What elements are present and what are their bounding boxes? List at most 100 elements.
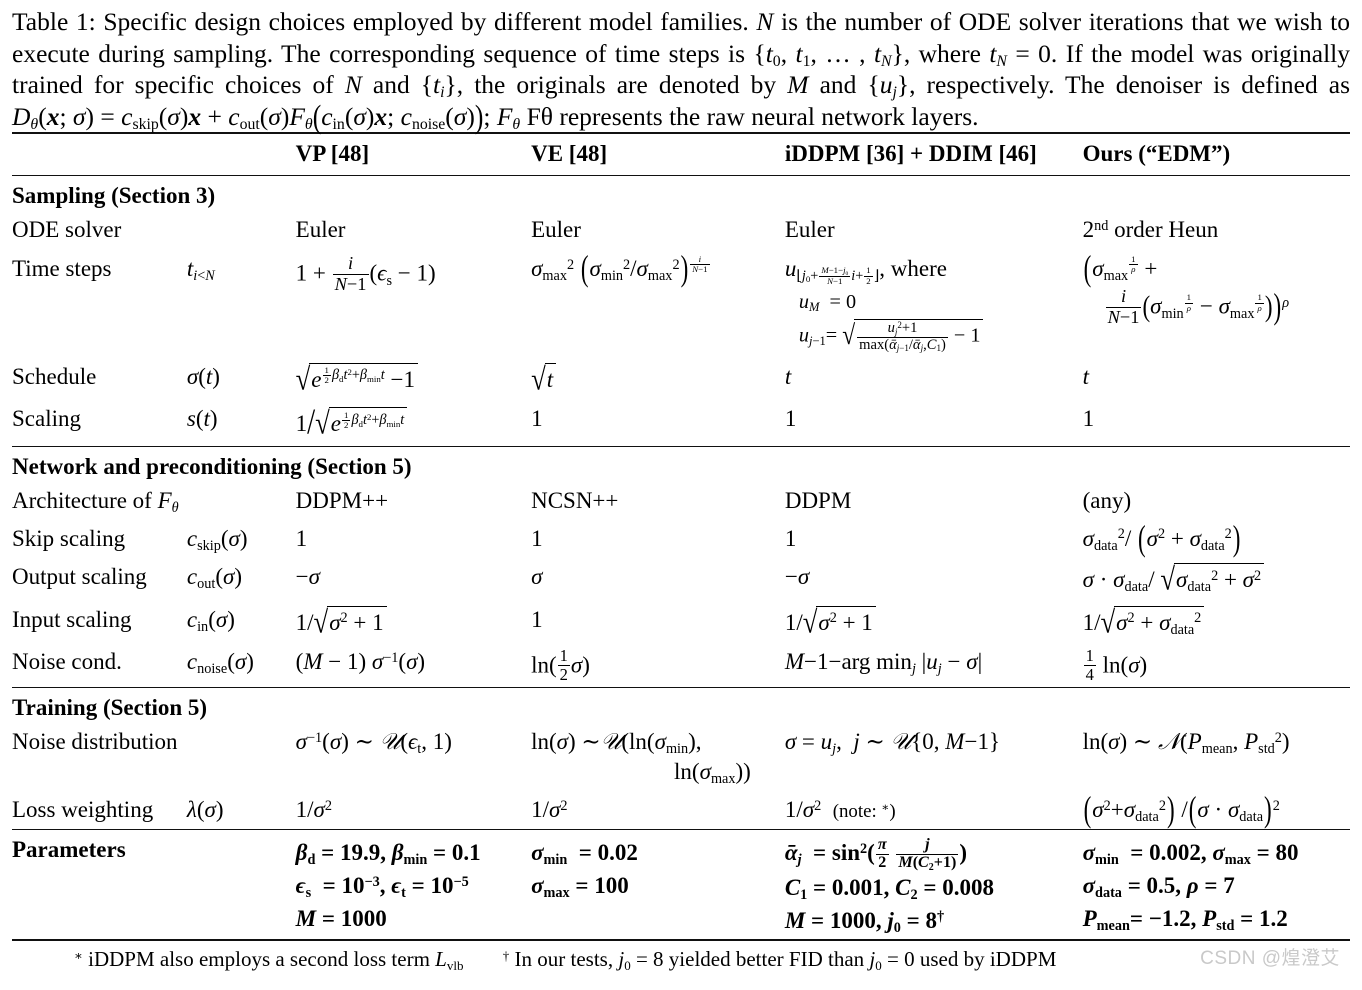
cell-ours-input-scaling: 1/√σ2 + σdata2 [1083,601,1350,644]
cell-ours-scaling: 1 [1082,406,1095,432]
table-row-schedule: Schedule σ(t) √e 1 2 βdt2+βmint −1 √t t t [12,358,1350,401]
cell-vp-ode-solver: Euler [295,217,346,242]
cell-iddpm-loss-weighting: 1/σ2 (note: ∗) [784,796,896,822]
cell-ours-schedule: t [1082,363,1089,389]
cell-vp-output-scaling: −σ [295,563,320,589]
cell-ve-input-scaling: 1 [531,606,543,632]
caption-sym-M: M [787,70,809,99]
footnote-dagger: † In our tests, j0 = 8 yielded better FI… [502,947,1057,973]
cell-iddpm-ode-solver: Euler [784,217,835,242]
table-row-time-steps: Time steps ti<N 1 + i N−1 (ϵs − 1) σmax2 (… [12,249,1350,358]
cell-iddpm-scaling: 1 [784,406,797,432]
header-vp: VP [48] [295,141,370,166]
row-label-ode-solver: ODE solver [12,217,122,242]
row-label-time-steps: Time steps [12,255,112,281]
cell-vp-skip-scaling: 1 [295,525,308,551]
caption-tN-eq: tN = 0. [989,38,1058,70]
row-label-input-scaling: Input scaling [12,606,132,632]
footnote-star: ∗ iDDPM also employs a second loss term … [74,947,464,973]
cell-ve-skip-scaling: 1 [531,525,543,551]
row-symbol-input-scaling: cin(σ) [186,606,235,635]
cell-ve-schedule: √t [531,358,785,401]
cell-ours-skip-scaling: σdata2/ (σ2 + σdata2) [1082,518,1241,558]
cell-vp-noise-cond: (M − 1) σ−1(σ) [295,649,426,675]
cell-ve-scaling: 1 [531,406,543,432]
caption-text-5: and [372,70,410,99]
caption-F-theta: Fθ [496,101,521,133]
caption-uj-set: {uj} [867,70,910,102]
cell-ve-loss-weighting: 1/σ2 [531,796,568,822]
section-header-parameters: Parameters βd = 19.9, βmin = 0.1 ϵs = 10… [12,829,1350,940]
caption-text-6: , the originals are denoted by [456,70,777,99]
cell-ours-loss-weighting: (σ2+σdata2) /(σ · σdata)2 [1083,790,1280,829]
row-symbol-scaling: s(t) [186,406,218,432]
cell-ve-output-scaling: σ [531,563,543,589]
header-blank-label [12,133,187,176]
row-symbol-loss-weighting: λ(σ) [186,796,224,822]
table-header-row: VP [48] VE [48] iDDPM [36] + DDIM [46] O… [12,133,1350,176]
caption-text-7: and [819,70,857,99]
cell-ours-ode-solver: 2nd order Heun [1082,217,1219,242]
caption-label: Table 1: [12,7,96,36]
cell-vp-loss-weighting: 1/σ2 [295,796,333,822]
table-row-loss-weighting: Loss weighting λ(σ) 1/σ2 1/σ2 1/σ2 (note… [12,790,1350,830]
row-symbol-noise-cond: cnoise(σ) [186,649,254,678]
table-row-noise-distribution: Noise distribution σ−1(σ) ∼ 𝒰(ϵt, 1) ln(… [12,723,1350,791]
cell-iddpm-architecture: DDPM [784,487,852,513]
section-header-sampling: Sampling (Section 3) [12,175,1350,212]
table-row-architecture: Architecture of Fθ DDPM++ NCSN++ DDPM (a… [12,482,1350,520]
table-row-noise-cond: Noise cond. cnoise(σ) (M − 1) σ−1(σ) ln(… [12,643,1350,687]
row-symbol-ode-solver [187,211,296,249]
cell-iddpm-output-scaling: −σ [784,563,810,589]
cell-ve-ode-solver: Euler [531,217,581,242]
cell-iddpm-input-scaling: 1/√σ2 + 1 [785,601,1083,644]
section-title-training: Training (Section 5) [12,695,208,721]
table-row-ode-solver: ODE solver Euler Euler Euler 2nd order H… [12,211,1350,249]
caption-ti-set: {ti} [420,70,457,102]
caption-text-9: Fθ represents the raw neural network lay… [526,101,979,131]
row-label-scaling: Scaling [12,406,81,432]
cell-ve-noise-distribution: ln(σ) ∼𝒰(ln(σmin), ln(σmax)) [531,729,751,787]
table-caption: Table 1: Specific design choices employe… [0,0,1362,135]
cell-ours-output-scaling: σ · σdata/ √σdata2 + σ2 [1083,558,1350,601]
cell-ours-time-steps: (σmax 1 ρ + i N−1 (σmin 1 ρ − σmax 1 ρ))ρ [1083,249,1290,328]
parameters-symbol-blank [187,830,296,940]
table-row-skip-scaling: Skip scaling cskip(σ) 1 1 1 σdata2/ (σ2 … [12,518,1350,558]
cell-ours-architecture: (any) [1082,487,1132,513]
section-title-parameters: Parameters [12,837,126,863]
row-symbol-schedule: σ(t) [186,363,220,389]
row-label-output-scaling: Output scaling [12,563,147,589]
row-label-loss-weighting: Loss weighting [12,796,154,822]
row-symbol-skip-scaling: cskip(σ) [186,525,248,554]
header-ve: VE [48] [531,141,608,166]
section-title-network: Network and preconditioning (Section 5) [12,453,412,479]
cell-ours-noise-cond: 14 ln(σ) [1083,646,1148,684]
row-label-noise-distribution: Noise distribution [12,729,178,755]
cell-iddpm-parameters: ᾱj = sin2(π 2 j M(C2+1)) C1 = 0.001, C2 = … [784,836,994,936]
cell-iddpm-skip-scaling: 1 [784,525,797,551]
caption-text-8: , respectively. The denoiser is defined … [909,70,1351,99]
header-iddpm: iDDPM [36] + DDIM [46] [784,141,1037,166]
csdn-watermark: CSDN @煌澄艾 [1200,948,1340,970]
row-label-noise-cond: Noise cond. [12,649,122,675]
cell-vp-noise-distribution: σ−1(σ) ∼ 𝒰(ϵt, 1) [295,729,452,758]
cell-vp-time-steps: 1 + i N−1 (ϵs − 1) [295,252,436,294]
caption-sym-N: N [756,7,774,36]
caption-denoiser-eq: Dθ(x; σ) = cskip(σ)x + cout(σ)Fθ(cin(σ)x… [12,97,491,135]
table-row-scaling: Scaling s(t) 1/√e 1 2 βdt2+βmint 1 1 1 [12,400,1350,446]
cell-iddpm-schedule: t [784,363,792,389]
cell-ve-time-steps: σmax2 (σmin2/σmax2) i N−1 [531,249,710,288]
caption-text-1: Specific design choices employed by diff… [103,7,749,36]
cell-iddpm-time-steps: u⌊j0+ M−1−j0 N−1 i+ 1 2 ⌋, where uM = 0 uj−1= … [785,249,1083,358]
cell-vp-input-scaling: 1/√σ2 + 1 [296,601,531,644]
cell-vp-parameters: βd = 19.9, βmin = 0.1 ϵs = 10−3, ϵt = 10… [295,840,481,931]
table-row-output-scaling: Output scaling cout(σ) −σ σ −σ σ · σdata… [12,558,1350,601]
section-header-network: Network and preconditioning (Section 5) [12,446,1350,482]
section-title-sampling: Sampling (Section 3) [12,183,216,208]
cell-ours-parameters: σmin = 0.002, σmax = 80 σdata = 0.5, ρ =… [1082,840,1299,934]
table-footnotes: ∗ iDDPM also employs a second loss term … [12,939,1350,972]
cell-ours-noise-distribution: ln(σ) ∼ 𝒩(Pmean, Pstd2) [1082,729,1290,758]
header-blank-symbol [187,133,296,176]
cell-vp-scaling: 1/√e 1 2 βdt2+βmint [296,400,531,446]
cell-ve-noise-cond: ln(1 2 σ) [531,646,590,684]
